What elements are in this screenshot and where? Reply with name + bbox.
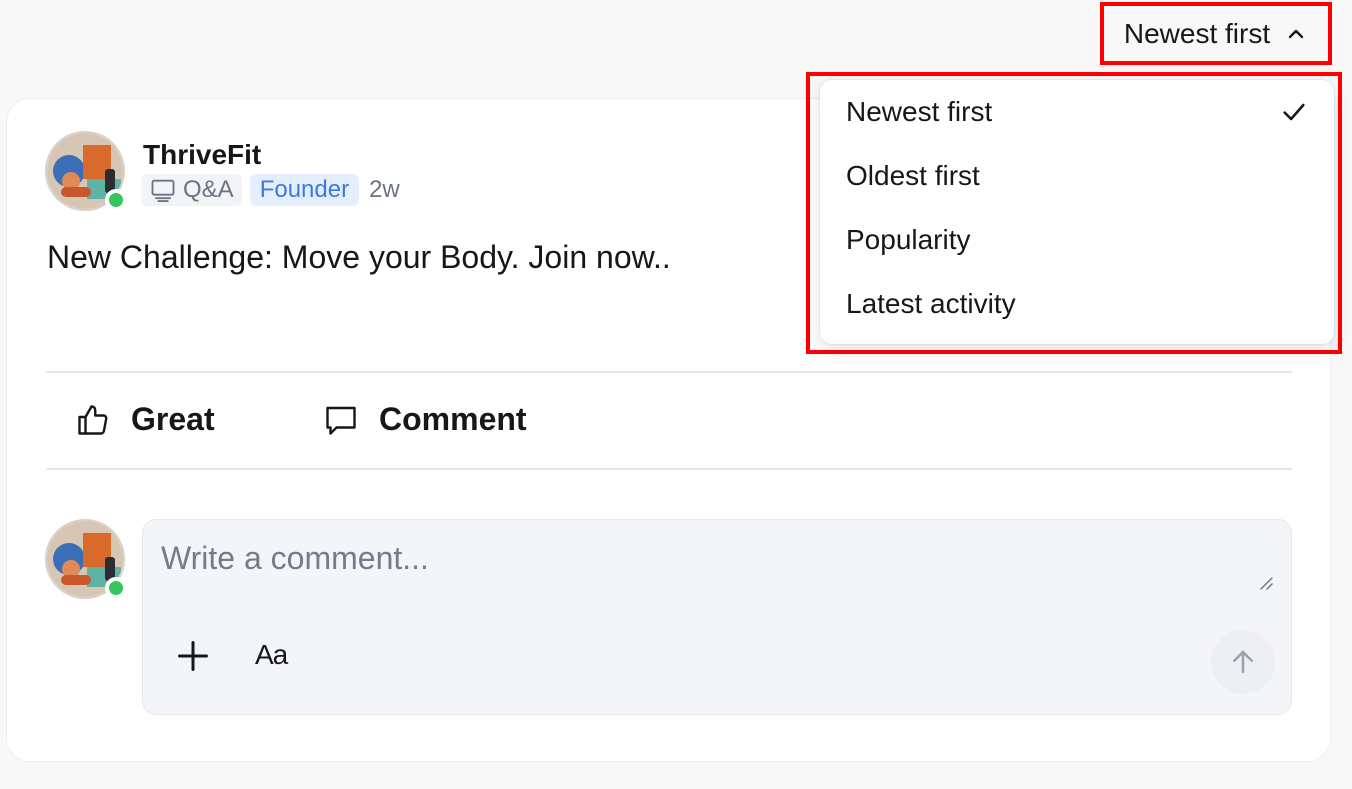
author-name[interactable]: ThriveFit [143,139,261,171]
sort-current-label: Newest first [1123,17,1271,49]
post-body: New Challenge: Move your Body. Join now.… [47,239,671,275]
sort-option-label: Popularity [846,224,971,255]
text-format-button[interactable]: Aa [255,639,288,671]
sort-option-oldest-first[interactable]: Oldest first [820,144,1334,208]
space-label: Q&A [183,176,234,203]
author-avatar[interactable] [45,131,127,211]
divider [46,371,1292,373]
comment-composer: Aa [142,519,1292,715]
like-button[interactable]: Great [75,401,215,438]
sort-menu: Newest first Oldest first Popularity Lat… [820,80,1334,344]
like-label: Great [131,401,215,437]
arrow-up-icon [1233,650,1253,674]
online-status-dot [105,189,127,211]
thumbs-up-icon [78,404,108,435]
comment-button[interactable]: Comment [323,401,527,438]
sort-option-newest-first[interactable]: Newest first [820,80,1334,144]
sort-option-label: Oldest first [846,160,980,191]
post-meta: Q&A Founder 2w [141,174,400,206]
checkmark-icon [1283,103,1305,121]
speech-bubble-icon [326,406,356,435]
add-attachment-plus-icon[interactable] [175,638,211,674]
send-comment-button[interactable] [1211,630,1275,694]
sort-option-label: Newest first [846,96,993,127]
space-chip[interactable]: Q&A [141,174,242,206]
online-status-dot [105,577,127,599]
comment-label: Comment [379,401,527,437]
sort-option-latest-activity[interactable]: Latest activity [820,272,1334,336]
resize-handle-icon[interactable] [1259,576,1273,590]
monitor-icon [151,179,175,203]
sort-dropdown-button[interactable]: Newest first [1100,2,1332,65]
comment-input[interactable] [143,520,1291,606]
current-user-avatar[interactable] [45,519,127,599]
role-badge: Founder [249,174,360,206]
sort-option-label: Latest activity [846,288,1016,319]
post-timestamp: 2w [369,176,400,203]
chevron-up-icon [1288,29,1304,38]
divider [46,468,1292,470]
sort-option-popularity[interactable]: Popularity [820,208,1334,272]
page: Newest first ThriveFit Q&A Founder 2w Ne… [0,0,1352,789]
